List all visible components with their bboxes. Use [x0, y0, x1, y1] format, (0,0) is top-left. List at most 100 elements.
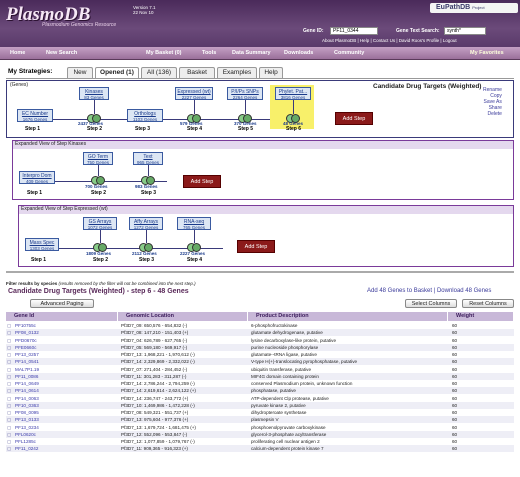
- step-box-phylet[interactable]: Phylet. Pat... 3816 Genes: [275, 87, 311, 100]
- step-box-ec-number[interactable]: EC Number 1676 Genes: [17, 109, 53, 122]
- gene-id-link[interactable]: PF13_0133: [15, 416, 39, 423]
- tab-examples[interactable]: Examples: [217, 67, 257, 78]
- gene-id-link[interactable]: PF11_0242: [15, 445, 38, 452]
- genomic-location-link[interactable]: Pf3D7_14: 2,786,244 - 2,794,259 (-): [121, 380, 195, 387]
- row-checkbox[interactable]: ▢: [7, 416, 11, 423]
- gene-id-input[interactable]: PF11_0344: [330, 27, 378, 35]
- nav-community[interactable]: Community: [334, 50, 364, 56]
- column-header-location[interactable]: Genomic Location: [118, 312, 248, 321]
- genomic-location-link[interactable]: Pf3D7_14: 236,747 - 243,772 (+): [121, 395, 188, 402]
- nav-tools[interactable]: Tools: [202, 50, 216, 56]
- gene-id-link[interactable]: PFE0660c: [15, 344, 36, 351]
- step-result-count[interactable]: 983 Genes: [135, 184, 158, 189]
- row-checkbox[interactable]: ▢: [7, 387, 11, 394]
- gene-id-link[interactable]: MAL7P1.19: [15, 366, 39, 373]
- add-step-button[interactable]: Add Step: [237, 240, 275, 253]
- row-checkbox[interactable]: ▢: [7, 380, 11, 387]
- column-header-description[interactable]: Product Description: [248, 312, 448, 321]
- step-box-go-term[interactable]: GO Term 750 Genes: [83, 152, 113, 165]
- add-step-button[interactable]: Add Step: [335, 112, 373, 125]
- gene-id-link[interactable]: PF11_0086: [15, 373, 38, 380]
- genomic-location-link[interactable]: Pf3D7_11: 301,283 - 311,287 (-): [121, 373, 186, 380]
- step-result-count[interactable]: 2112 Genes: [132, 251, 157, 256]
- genomic-location-link[interactable]: Pf3D7_10: 1,469,986 - 1,472,228 (-): [121, 402, 195, 409]
- row-checkbox[interactable]: ▢: [7, 438, 11, 445]
- add-to-basket-link[interactable]: Add 48 Genes to Basket: [367, 288, 432, 294]
- column-header-gene-id[interactable]: Gene Id: [6, 312, 118, 321]
- add-step-button[interactable]: Add Step: [183, 175, 221, 188]
- step-box-mass-spec[interactable]: Mass Spec 1303 Genes: [25, 238, 59, 251]
- nav-data-summary[interactable]: Data Summary: [232, 50, 271, 56]
- row-checkbox[interactable]: ▢: [7, 322, 11, 329]
- genomic-location-link[interactable]: Pf3D7_08: 549,321 - 551,737 (+): [121, 409, 188, 416]
- advanced-paging-button[interactable]: Advanced Paging: [30, 299, 94, 308]
- gene-id-link[interactable]: PF14_0614: [15, 387, 39, 394]
- text-search-input[interactable]: synth*: [444, 27, 486, 35]
- step-box-kinases[interactable]: Kinases 83 Genes: [79, 87, 109, 100]
- step-box-expressed[interactable]: Expressed (wt) 2227 Genes: [175, 87, 213, 100]
- gene-id-link[interactable]: PFL0620c: [15, 431, 36, 438]
- row-checkbox[interactable]: ▢: [7, 351, 11, 358]
- row-checkbox[interactable]: ▢: [7, 373, 11, 380]
- gene-id-link[interactable]: PFD0670c: [15, 337, 37, 344]
- step-box-affy-arrays[interactable]: Affy Arrays 1272 Genes: [129, 217, 163, 230]
- gene-id-link[interactable]: PF14_0541: [15, 358, 39, 365]
- gene-id-link[interactable]: PF08_0132: [15, 329, 39, 336]
- genomic-location-link[interactable]: Pf3D7_08: 147,210 - 151,403 (+): [121, 329, 188, 336]
- genomic-location-link[interactable]: Pf3D7_13: 975,604 - 977,376 (+): [121, 416, 188, 423]
- genomic-location-link[interactable]: Pf3D7_13: 1,679,724 - 1,681,475 (+): [121, 424, 196, 431]
- genomic-location-link[interactable]: Pf3D7_14: 2,329,869 - 2,332,022 (-): [121, 358, 195, 365]
- row-checkbox[interactable]: ▢: [7, 366, 11, 373]
- row-checkbox[interactable]: ▢: [7, 395, 11, 402]
- genomic-location-link[interactable]: Pf3D7_09: 650,576 - 654,832 (-): [121, 322, 187, 329]
- nav-new-search[interactable]: New Search: [46, 50, 77, 56]
- species-filter[interactable]: Filter results by species (results remov…: [6, 281, 196, 286]
- step-box-text[interactable]: Text 965 Genes: [133, 152, 163, 165]
- select-columns-button[interactable]: Select Columns: [405, 299, 457, 308]
- row-checkbox[interactable]: ▢: [7, 431, 11, 438]
- genomic-location-link[interactable]: Pf3D7_13: 1,968,221 - 1,970,612 (-): [121, 351, 195, 358]
- gene-id-link[interactable]: PF13_0257: [15, 351, 39, 358]
- gene-id-link[interactable]: PF14_0649: [15, 380, 39, 387]
- genomic-location-link[interactable]: Pf3D7_11: 909,365 - 916,323 (+): [121, 445, 188, 452]
- gene-id-link[interactable]: PF13_0234: [15, 424, 39, 431]
- row-checkbox[interactable]: ▢: [7, 409, 11, 416]
- genomic-location-link[interactable]: Pf3D7_05: 569,180 - 569,917 (-): [121, 344, 187, 351]
- gene-id-link[interactable]: PF10755c: [15, 322, 36, 329]
- step-box-snps[interactable]: P/I/Ps SNPs 2264 Genes: [227, 87, 263, 100]
- gene-id-link[interactable]: PF10_0363: [15, 402, 39, 409]
- tab-opened[interactable]: Opened (1): [95, 67, 139, 78]
- row-checkbox[interactable]: ▢: [7, 402, 11, 409]
- tab-new[interactable]: New: [67, 67, 93, 78]
- step-box-gs-arrays[interactable]: GS Arrays 1072 Genes: [83, 217, 117, 230]
- row-checkbox[interactable]: ▢: [7, 344, 11, 351]
- genomic-location-link[interactable]: Pf3D7_12: 1,077,859 - 1,079,767 (-): [121, 438, 195, 445]
- eupath-logo[interactable]: EuPathDB Project: [430, 3, 518, 13]
- download-link[interactable]: Download 48 Genes: [437, 288, 491, 294]
- row-checkbox[interactable]: ▢: [7, 337, 11, 344]
- reset-columns-button[interactable]: Reset Columns: [462, 299, 514, 308]
- nav-my-basket[interactable]: My Basket (0): [146, 50, 181, 56]
- tab-all[interactable]: All (136): [141, 67, 177, 78]
- genomic-location-link[interactable]: Pf3D7_12: 552,096 - 553,847 (-): [121, 431, 187, 438]
- header-links[interactable]: About PlasmoDB | Help | Contact Us | Dav…: [322, 38, 457, 43]
- tab-help[interactable]: Help: [259, 67, 283, 78]
- nav-downloads[interactable]: Downloads: [284, 50, 313, 56]
- gene-id-link[interactable]: PF14_0063: [15, 395, 39, 402]
- step-result-count[interactable]: 1809 Genes: [86, 251, 111, 256]
- nav-my-favorites[interactable]: My Favorites: [470, 50, 504, 56]
- step-box-interpro[interactable]: Interpro Dom 409 Genes: [19, 171, 55, 184]
- nav-home[interactable]: Home: [10, 50, 25, 56]
- row-checkbox[interactable]: ▢: [7, 445, 11, 452]
- genomic-location-link[interactable]: Pf3D7_04: 626,789 - 627,765 (-): [121, 337, 187, 344]
- row-checkbox[interactable]: ▢: [7, 358, 11, 365]
- step-result-count[interactable]: 700 Genes: [85, 184, 108, 189]
- gene-id-link[interactable]: PF08_0095: [15, 409, 39, 416]
- row-checkbox[interactable]: ▢: [7, 329, 11, 336]
- genomic-location-link[interactable]: Pf3D7_07: 271,404 - 284,452 (-): [121, 366, 187, 373]
- column-header-weight[interactable]: Weight: [448, 312, 514, 321]
- gene-id-link[interactable]: PFL1285c: [15, 438, 36, 445]
- step-result-count[interactable]: 2227 Genes: [180, 251, 205, 256]
- tab-basket[interactable]: Basket: [179, 67, 215, 78]
- row-checkbox[interactable]: ▢: [7, 424, 11, 431]
